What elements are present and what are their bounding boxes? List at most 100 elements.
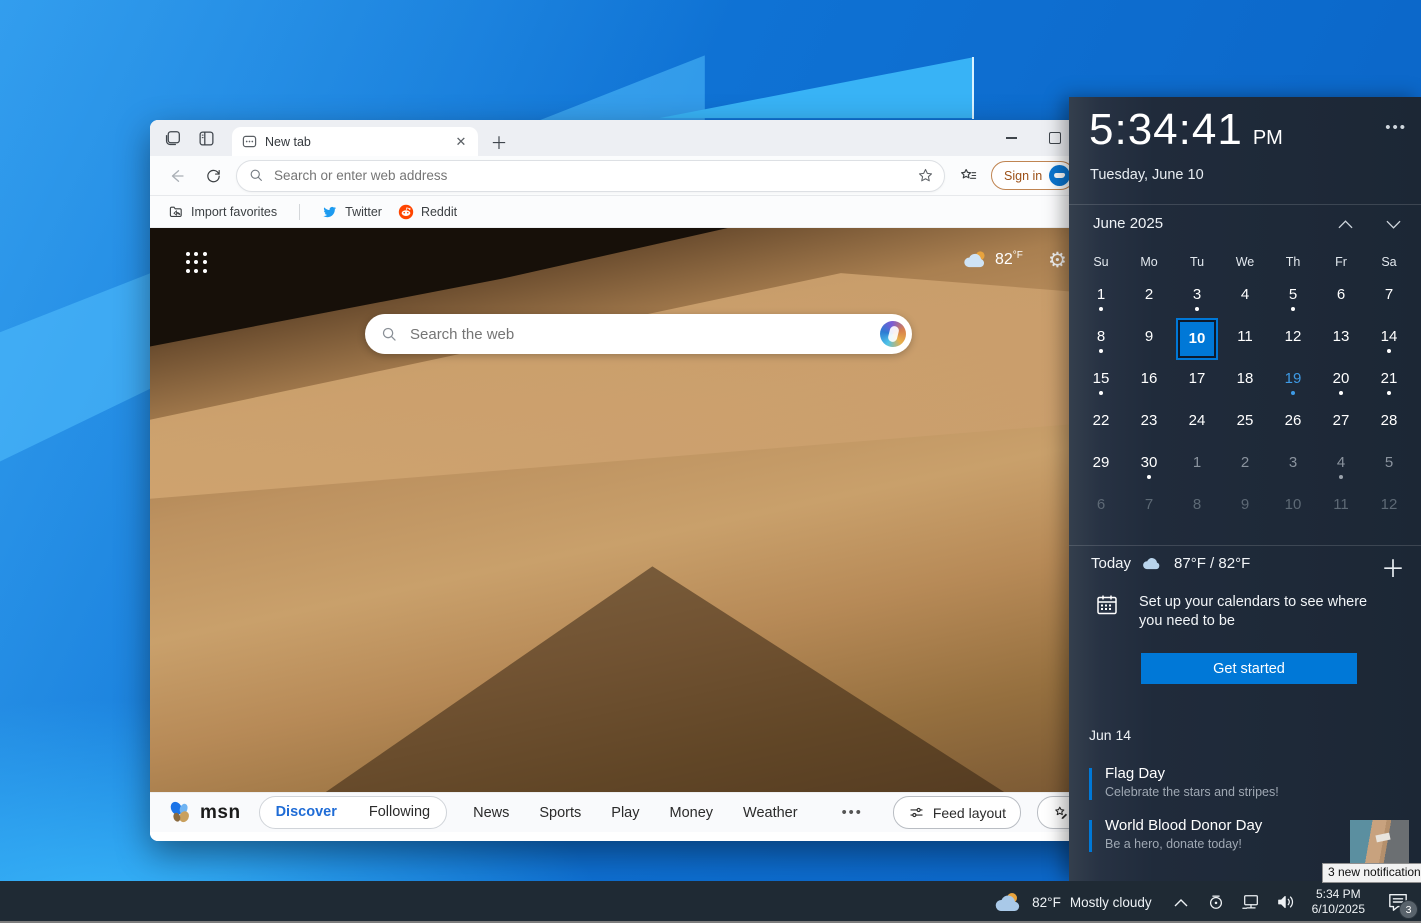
calendar-day[interactable]: 26 xyxy=(1269,407,1317,449)
calendar-day[interactable]: 20 xyxy=(1317,365,1365,407)
msn-nav-news[interactable]: News xyxy=(473,805,509,821)
calendar-day[interactable]: 5 xyxy=(1365,449,1413,491)
calendar-day[interactable]: 17 xyxy=(1173,365,1221,407)
calendar-day[interactable]: 21 xyxy=(1365,365,1413,407)
month-prev-chevron-icon[interactable] xyxy=(1333,215,1357,233)
refresh-button[interactable] xyxy=(200,163,226,189)
calendar-day[interactable]: 18 xyxy=(1221,365,1269,407)
hidden-icons-chevron-icon[interactable] xyxy=(1174,898,1188,907)
calendar-day[interactable]: 16 xyxy=(1125,365,1173,407)
page-settings-gear-icon[interactable]: ⚙ xyxy=(1048,248,1067,273)
tab-discover[interactable]: Discover xyxy=(260,797,353,828)
event-flag-day[interactable]: Flag Day Celebrate the stars and stripes… xyxy=(1089,765,1279,800)
volume-icon[interactable] xyxy=(1276,892,1296,912)
calendar-day[interactable]: 7 xyxy=(1125,491,1173,533)
calendar-day[interactable]: 5 xyxy=(1269,281,1317,323)
network-ethernet-icon[interactable] xyxy=(1241,892,1261,912)
event-dot xyxy=(1291,391,1295,395)
calendar-day[interactable]: 8 xyxy=(1077,323,1125,365)
calendar-day[interactable]: 2 xyxy=(1125,281,1173,323)
calendar-day[interactable]: 10 xyxy=(1269,491,1317,533)
taskbar-clock[interactable]: 5:34 PM 6/10/2025 xyxy=(1312,887,1365,917)
calendar-day[interactable]: 6 xyxy=(1077,491,1125,533)
favorite-twitter[interactable]: Twitter xyxy=(318,204,386,220)
msn-more-icon[interactable]: ••• xyxy=(842,805,863,821)
calendar-day[interactable]: 9 xyxy=(1221,491,1269,533)
tray-app-icon[interactable] xyxy=(1206,892,1226,912)
month-next-chevron-icon[interactable] xyxy=(1381,215,1405,233)
tab-following[interactable]: Following xyxy=(353,797,446,828)
calendar-setup-row: Set up your calendars to see where you n… xyxy=(1095,593,1371,631)
calendar-day[interactable]: 11 xyxy=(1221,323,1269,365)
calendar-day[interactable]: 19 xyxy=(1269,365,1317,407)
new-tab-button[interactable]: ＋ xyxy=(486,128,512,154)
event-world-blood-donor-day[interactable]: World Blood Donor Day Be a hero, donate … xyxy=(1089,817,1262,852)
calendar-day[interactable]: 12 xyxy=(1269,323,1317,365)
msn-nav-sports[interactable]: Sports xyxy=(539,805,581,821)
msn-nav-weather[interactable]: Weather xyxy=(743,805,798,821)
tab-activity-icon[interactable] xyxy=(162,128,182,148)
window-minimize-button[interactable] xyxy=(996,126,1026,150)
calendar-day[interactable]: 8 xyxy=(1173,491,1221,533)
import-favorites-button[interactable]: Import favorites xyxy=(164,204,281,220)
calendar-day-selected[interactable]: 10 xyxy=(1173,323,1221,365)
calendar-day[interactable]: 3 xyxy=(1173,281,1221,323)
web-search-input[interactable] xyxy=(408,325,870,344)
address-bar[interactable] xyxy=(236,160,945,192)
calendar-day[interactable]: 22 xyxy=(1077,407,1125,449)
flyout-more-icon[interactable]: ••• xyxy=(1385,119,1407,136)
month-header[interactable]: June 2025 xyxy=(1093,215,1163,232)
calendar-day[interactable]: 14 xyxy=(1365,323,1413,365)
msn-nav-play[interactable]: Play xyxy=(611,805,639,821)
action-center-button[interactable]: 3 xyxy=(1381,885,1415,919)
office-apps-grid-icon[interactable] xyxy=(186,252,208,274)
tab-strip-icons xyxy=(150,120,216,156)
tab-close-icon[interactable]: ✕ xyxy=(452,133,470,151)
favorite-reddit[interactable]: Reddit xyxy=(394,204,461,220)
taskbar-weather-widget[interactable]: 82°F Mostly cloudy xyxy=(993,891,1151,913)
calendar-day[interactable]: 13 xyxy=(1317,323,1365,365)
msn-butterfly-icon xyxy=(168,800,193,825)
copilot-icon[interactable] xyxy=(880,321,906,347)
back-button[interactable] xyxy=(164,163,190,189)
calendar-day-number: 1 xyxy=(1097,285,1105,305)
clock-date[interactable]: Tuesday, June 10 xyxy=(1090,167,1204,183)
calendar-day-number: 16 xyxy=(1141,369,1158,389)
selected-day-box: 10 xyxy=(1178,320,1216,358)
add-favorite-star-icon[interactable] xyxy=(917,167,934,184)
feed-layout-button[interactable]: Feed layout xyxy=(893,796,1021,829)
calendar-day[interactable]: 30 xyxy=(1125,449,1173,491)
calendar-day[interactable]: 7 xyxy=(1365,281,1413,323)
import-favorites-label: Import favorites xyxy=(191,205,277,219)
calendar-day[interactable]: 15 xyxy=(1077,365,1125,407)
calendar-day[interactable]: 1 xyxy=(1077,281,1125,323)
calendar-day[interactable]: 29 xyxy=(1077,449,1125,491)
calendar-day[interactable]: 3 xyxy=(1269,449,1317,491)
calendar-day[interactable]: 9 xyxy=(1125,323,1173,365)
msn-logo[interactable]: msn xyxy=(168,800,241,825)
newtab-weather-widget[interactable]: 82°F xyxy=(962,250,1023,269)
web-search-box[interactable] xyxy=(365,314,912,354)
calendar-day[interactable]: 25 xyxy=(1221,407,1269,449)
address-input[interactable] xyxy=(272,167,909,184)
tab-new-tab[interactable]: New tab ✕ xyxy=(232,127,478,156)
calendar-day[interactable]: 24 xyxy=(1173,407,1221,449)
calendar-day[interactable]: 6 xyxy=(1317,281,1365,323)
window-maximize-button[interactable] xyxy=(1040,126,1070,150)
calendar-day[interactable]: 28 xyxy=(1365,407,1413,449)
calendar-day[interactable]: 4 xyxy=(1317,449,1365,491)
add-event-plus-icon[interactable]: ＋ xyxy=(1381,549,1405,584)
calendar-day[interactable]: 4 xyxy=(1221,281,1269,323)
calendar-day[interactable]: 1 xyxy=(1173,449,1221,491)
favorites-hub-icon[interactable] xyxy=(955,163,981,189)
get-started-button[interactable]: Get started xyxy=(1141,653,1357,684)
calendar-day[interactable]: 12 xyxy=(1365,491,1413,533)
calendar-day[interactable]: 11 xyxy=(1317,491,1365,533)
search-icon xyxy=(381,326,398,343)
msn-nav-money[interactable]: Money xyxy=(670,805,714,821)
sign-in-button[interactable]: Sign in xyxy=(991,161,1075,190)
calendar-day[interactable]: 27 xyxy=(1317,407,1365,449)
calendar-day[interactable]: 2 xyxy=(1221,449,1269,491)
calendar-day[interactable]: 23 xyxy=(1125,407,1173,449)
vertical-tabs-icon[interactable] xyxy=(196,128,216,148)
